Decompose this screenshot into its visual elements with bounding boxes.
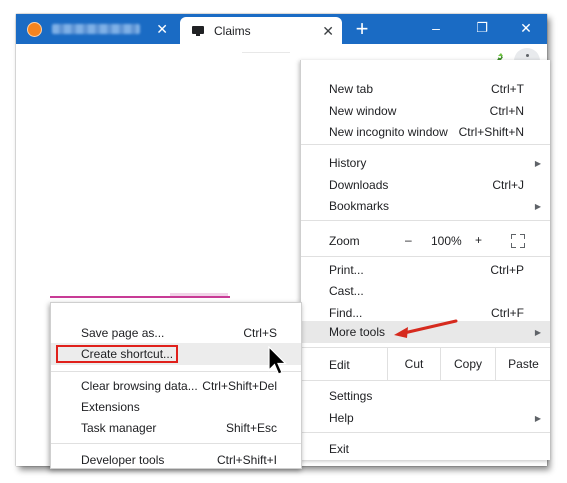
menu-separator bbox=[301, 380, 550, 381]
menu-shortcut: Ctrl+S bbox=[243, 326, 277, 340]
menu-label: Find... bbox=[329, 306, 363, 320]
tab-inactive[interactable]: ✕ bbox=[22, 16, 174, 42]
submenu-item-clear-browsing[interactable]: Clear browsing data... Ctrl+Shift+Del bbox=[51, 375, 301, 397]
menu-shortcut: Ctrl+T bbox=[491, 82, 524, 96]
menu-label: More tools bbox=[329, 325, 386, 339]
menu-label: Settings bbox=[329, 389, 373, 403]
menu-label: Developer tools bbox=[81, 453, 165, 467]
zoom-in-button[interactable]: + bbox=[475, 233, 482, 247]
menu-item-exit[interactable]: Exit bbox=[301, 438, 550, 460]
menu-item-new-incognito[interactable]: New incognito window Ctrl+Shift+N bbox=[301, 121, 550, 143]
window-close-button[interactable]: ✕ bbox=[504, 14, 547, 44]
menu-label: Bookmarks bbox=[329, 199, 390, 213]
copy-button[interactable]: Copy bbox=[440, 348, 495, 380]
menu-shortcut: Ctrl+P bbox=[490, 263, 524, 277]
mouse-cursor-icon bbox=[268, 346, 287, 375]
menu-item-history[interactable]: History ▶ bbox=[301, 152, 550, 174]
more-tools-submenu: Save page as... Ctrl+S Create shortcut..… bbox=[50, 302, 302, 469]
edit-row: Edit Cut Copy Paste bbox=[301, 348, 550, 380]
menu-separator bbox=[301, 256, 550, 257]
menu-separator bbox=[301, 144, 550, 145]
menu-item-help[interactable]: Help ▶ bbox=[301, 407, 550, 429]
annotation-highlight-box bbox=[56, 345, 178, 363]
menu-label: Extensions bbox=[81, 400, 140, 414]
menu-label: New window bbox=[329, 104, 397, 118]
title-bar: ✕ Claims ✕ + – ❐ ✕ bbox=[16, 14, 547, 44]
page-decoration bbox=[50, 296, 230, 298]
edit-label: Edit bbox=[329, 358, 350, 372]
menu-label: New incognito window bbox=[329, 125, 448, 139]
menu-label: Exit bbox=[329, 442, 350, 456]
menu-label: History bbox=[329, 156, 367, 170]
menu-item-cast[interactable]: Cast... bbox=[301, 280, 550, 302]
chrome-main-menu: New tab Ctrl+T New window Ctrl+N New inc… bbox=[300, 60, 550, 460]
submenu-arrow-icon: ▶ bbox=[534, 201, 541, 211]
submenu-item-task-manager[interactable]: Task manager Shift+Esc bbox=[51, 417, 301, 439]
zoom-label: Zoom bbox=[329, 234, 360, 248]
menu-separator bbox=[51, 443, 301, 444]
cut-button[interactable]: Cut bbox=[387, 348, 440, 380]
menu-label: Print... bbox=[329, 263, 364, 277]
restore-button[interactable]: ❐ bbox=[460, 14, 504, 44]
menu-label: Clear browsing data... bbox=[81, 379, 198, 393]
menu-shortcut: Ctrl+Shift+N bbox=[458, 125, 524, 139]
zoom-row: Zoom – 100% + bbox=[301, 226, 550, 256]
submenu-item-save-page[interactable]: Save page as... Ctrl+S bbox=[51, 322, 301, 344]
submenu-arrow-icon: ▶ bbox=[534, 158, 541, 168]
menu-label: Save page as... bbox=[81, 326, 165, 340]
tab-title: Claims bbox=[214, 23, 251, 38]
new-tab-button[interactable]: + bbox=[350, 17, 374, 41]
submenu-item-extensions[interactable]: Extensions bbox=[51, 396, 301, 418]
blurred-tab-title bbox=[52, 24, 140, 34]
monitor-icon bbox=[192, 26, 204, 36]
menu-shortcut: Ctrl+Shift+Del bbox=[202, 379, 277, 393]
menu-shortcut: Shift+Esc bbox=[225, 421, 277, 435]
close-icon[interactable]: ✕ bbox=[156, 22, 168, 36]
zoom-level: 100% bbox=[431, 234, 462, 248]
menu-label: Task manager bbox=[81, 421, 157, 435]
menu-label: Downloads bbox=[329, 178, 389, 192]
submenu-arrow-icon: ▶ bbox=[534, 413, 541, 423]
toolbar-divider bbox=[242, 52, 290, 57]
fullscreen-icon[interactable] bbox=[511, 234, 525, 248]
menu-item-downloads[interactable]: Downloads Ctrl+J bbox=[301, 174, 550, 196]
menu-shortcut: Ctrl+F bbox=[491, 306, 524, 320]
menu-item-new-window[interactable]: New window Ctrl+N bbox=[301, 100, 550, 122]
menu-item-new-tab[interactable]: New tab Ctrl+T bbox=[301, 78, 550, 100]
menu-label: Cast... bbox=[329, 284, 364, 298]
menu-item-print[interactable]: Print... Ctrl+P bbox=[301, 259, 550, 281]
orange-circle-icon bbox=[27, 21, 42, 37]
zoom-out-button[interactable]: – bbox=[405, 233, 412, 247]
menu-item-bookmarks[interactable]: Bookmarks ▶ bbox=[301, 195, 550, 217]
menu-item-settings[interactable]: Settings bbox=[301, 385, 550, 407]
menu-separator bbox=[301, 432, 550, 433]
menu-label: New tab bbox=[329, 82, 374, 96]
minimize-button[interactable]: – bbox=[414, 14, 458, 44]
menu-separator bbox=[51, 371, 301, 372]
annotation-arrow-icon bbox=[394, 319, 458, 338]
menu-shortcut: Ctrl+Shift+I bbox=[216, 453, 277, 467]
menu-shortcut: Ctrl+N bbox=[489, 104, 524, 118]
submenu-arrow-icon: ▶ bbox=[534, 327, 541, 337]
close-icon[interactable]: ✕ bbox=[322, 24, 334, 38]
menu-label: Help bbox=[329, 411, 354, 425]
submenu-item-developer-tools[interactable]: Developer tools Ctrl+Shift+I bbox=[51, 449, 301, 471]
tab-claims[interactable]: Claims ✕ bbox=[180, 17, 342, 44]
paste-button[interactable]: Paste bbox=[495, 348, 551, 380]
menu-separator bbox=[301, 220, 550, 221]
menu-shortcut: Ctrl+J bbox=[492, 178, 524, 192]
